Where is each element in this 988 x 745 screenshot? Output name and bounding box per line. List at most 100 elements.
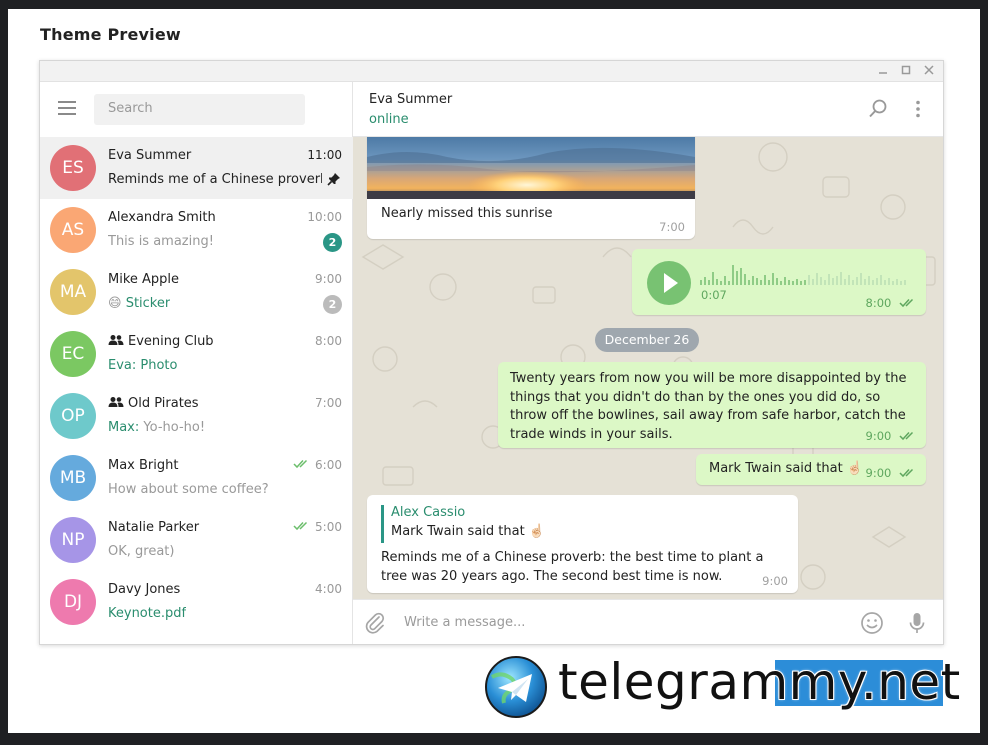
- chat-list-panel: Search ES Eva Summer 11:00 Reminds me of…: [40, 82, 353, 644]
- date-separator: December 26: [595, 328, 699, 352]
- hamburger-menu-icon[interactable]: [58, 101, 76, 115]
- chat-name: Mike Apple: [108, 272, 180, 287]
- double-check-icon: [293, 459, 308, 469]
- chat-item-mike-apple[interactable]: MA Mike Apple 9:00 😄 Sticker 2: [40, 261, 353, 323]
- paperclip-icon[interactable]: [363, 611, 387, 635]
- reply-message[interactable]: Alex Cassio Mark Twain said that ☝🏻 Remi…: [367, 495, 798, 593]
- sticker-emoji: 😄: [108, 296, 122, 311]
- close-icon[interactable]: [921, 63, 937, 79]
- maximize-icon[interactable]: [898, 63, 914, 79]
- chat-item-alexandra-smith[interactable]: AS Alexandra Smith 10:00 This is amazing…: [40, 199, 353, 261]
- chat-item-natalie-parker[interactable]: NP Natalie Parker 5:00 OK, great): [40, 509, 353, 571]
- voice-waveform: [700, 265, 906, 285]
- chat-time: 10:00: [307, 210, 342, 224]
- chat-name: Old Pirates: [108, 396, 199, 411]
- preview-text: Sticker: [125, 296, 171, 311]
- group-icon: [108, 397, 124, 407]
- double-check-icon: [899, 431, 914, 441]
- preview-window: Search ES Eva Summer 11:00 Reminds me of…: [39, 60, 944, 645]
- chat-item-eva-summer[interactable]: ES Eva Summer 11:00 Reminds me of a Chin…: [40, 137, 353, 199]
- chat-preview: Max: Yo-ho-ho!: [108, 420, 205, 435]
- photo-caption: Nearly missed this sunrise: [381, 206, 553, 221]
- pin-icon: [327, 173, 340, 186]
- chat-list-header: Search: [40, 82, 353, 137]
- dialog-title: Theme Preview: [40, 25, 181, 44]
- window-titlebar: [40, 61, 943, 82]
- chat-item-davy-jones[interactable]: DJ Davy Jones 4:00 Keynote.pdf: [40, 571, 353, 633]
- minimize-icon[interactable]: [875, 63, 891, 79]
- message-time: 7:00: [659, 220, 685, 234]
- message-time: 9:00: [866, 466, 916, 480]
- chat-name-text: Old Pirates: [128, 396, 199, 411]
- message-input-bar: Write a message...: [353, 599, 943, 644]
- chat-preview: Keynote.pdf: [108, 606, 187, 621]
- quote-message[interactable]: Twenty years from now you will be more d…: [498, 362, 926, 448]
- chat-time: 11:00: [307, 148, 342, 162]
- chat-item-max-bright[interactable]: MB Max Bright 6:00 How about some coffee…: [40, 447, 353, 509]
- watermark: telegrammy.net: [484, 652, 980, 718]
- message-input[interactable]: Write a message...: [404, 615, 525, 630]
- twain-message[interactable]: Mark Twain said that ☝🏻 9:00: [696, 454, 926, 485]
- chat-preview: Eva: Photo: [108, 358, 178, 373]
- message-text: Twenty years from now you will be more d…: [510, 371, 907, 442]
- chat-name-text: Evening Club: [128, 334, 214, 349]
- chat-time: 7:00: [315, 396, 342, 410]
- chat-name: Natalie Parker: [108, 520, 200, 535]
- messages-area[interactable]: Nearly missed this sunrise 7:00 0:07 8:0…: [353, 137, 943, 599]
- peer-name[interactable]: Eva Summer: [369, 92, 452, 107]
- reply-author[interactable]: Alex Cassio: [391, 505, 465, 520]
- play-icon[interactable]: [646, 260, 692, 306]
- group-icon: [108, 335, 124, 345]
- avatar: EC: [50, 331, 96, 377]
- avatar: MB: [50, 455, 96, 501]
- chat-time: 4:00: [315, 582, 342, 596]
- avatar: NP: [50, 517, 96, 563]
- more-vertical-icon[interactable]: [907, 98, 929, 120]
- chat-item-evening-club[interactable]: EC Evening Club 8:00 Eva: Photo: [40, 323, 353, 385]
- avatar: ES: [50, 145, 96, 191]
- avatar: AS: [50, 207, 96, 253]
- reply-bar: [381, 505, 384, 543]
- message-time-text: 9:00: [865, 466, 892, 480]
- avatar: OP: [50, 393, 96, 439]
- emoji-icon[interactable]: [860, 611, 884, 635]
- message-text: Mark Twain said that ☝🏻: [709, 461, 864, 476]
- search-icon[interactable]: [867, 98, 889, 120]
- double-check-icon: [899, 468, 914, 478]
- message-time: 9:00: [866, 429, 916, 443]
- chat-preview: Reminds me of a Chinese proverb...: [108, 172, 322, 187]
- theme-preview-dialog: Theme Preview Search ES Eva Summer 11:00: [8, 9, 980, 733]
- chat-name: Max Bright: [108, 458, 179, 473]
- microphone-icon[interactable]: [905, 611, 929, 635]
- chat-preview: 😄 Sticker: [108, 296, 170, 311]
- chat-time-text: 6:00: [315, 458, 342, 472]
- telegram-logo-icon: [485, 656, 547, 718]
- chat-time: 8:00: [315, 334, 342, 348]
- watermark-text: telegrammy.net: [557, 652, 961, 712]
- reply-quote: Mark Twain said that ☝🏻: [391, 524, 546, 539]
- chat-preview: This is amazing!: [108, 234, 214, 249]
- conversation-panel: Eva Summer online Nearly missed this sun…: [353, 82, 943, 644]
- double-check-icon: [899, 298, 914, 308]
- avatar: DJ: [50, 579, 96, 625]
- message-time: 8:00: [866, 296, 916, 310]
- chat-name: Evening Club: [108, 334, 214, 349]
- chat-item-old-pirates[interactable]: OP Old Pirates 7:00 Max: Yo-ho-ho!: [40, 385, 353, 447]
- chat-time: 9:00: [315, 272, 342, 286]
- chat-name: Alexandra Smith: [108, 210, 216, 225]
- peer-status: online: [369, 112, 409, 127]
- unread-badge: 2: [323, 233, 342, 252]
- voice-duration: 0:07: [701, 288, 727, 302]
- chat-preview: OK, great): [108, 544, 175, 559]
- photo-message[interactable]: Nearly missed this sunrise 7:00: [367, 137, 695, 239]
- chat-time-text: 5:00: [315, 520, 342, 534]
- conversation-header: Eva Summer online: [353, 82, 943, 137]
- avatar: MA: [50, 269, 96, 315]
- message-text: Reminds me of a Chinese proverb: the bes…: [381, 550, 764, 584]
- chat-name: Davy Jones: [108, 582, 181, 597]
- chat-name: Eva Summer: [108, 148, 192, 163]
- message-time-text: 9:00: [865, 429, 892, 443]
- chat-time: 5:00: [293, 520, 342, 534]
- voice-message[interactable]: 0:07 8:00: [632, 249, 926, 315]
- search-input[interactable]: Search: [94, 94, 305, 125]
